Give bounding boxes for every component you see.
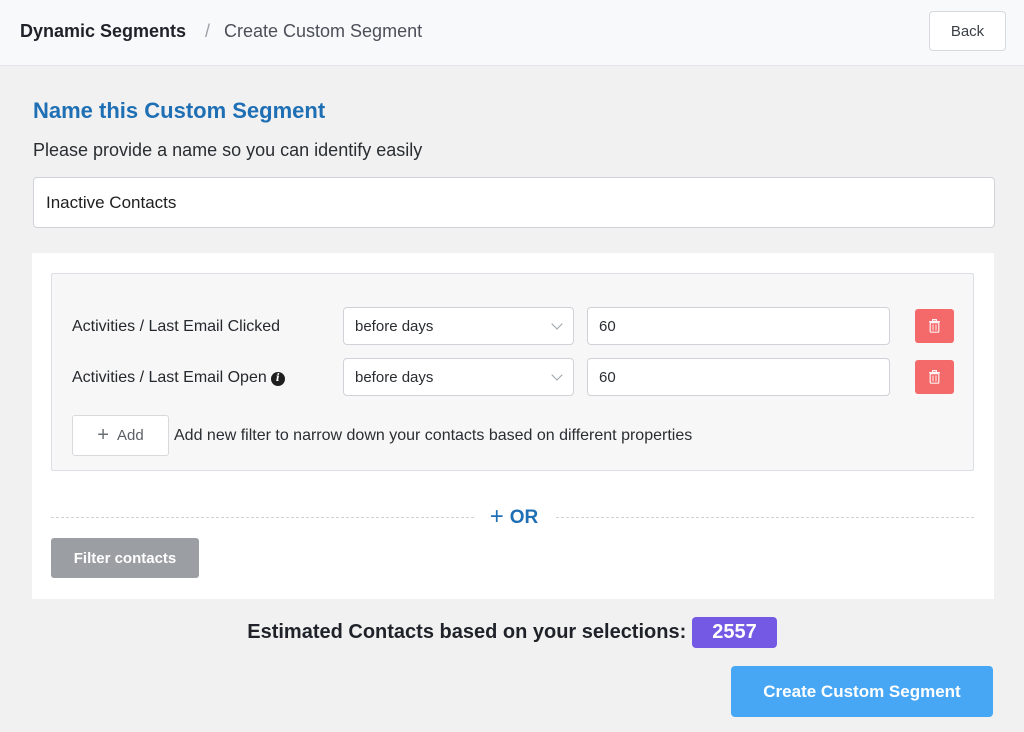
add-filter-hint: Add new filter to narrow down your conta… [174,427,693,444]
operator-select[interactable]: before days [343,358,574,396]
breadcrumb-separator: / [205,21,211,41]
filter-value-input[interactable]: 60 [587,358,890,396]
info-icon[interactable]: i [270,371,285,386]
estimate-text: Estimated Contacts based on your selecti… [247,621,687,643]
segment-name-input[interactable] [33,177,995,228]
or-label: OR [509,507,539,528]
chevron-down-icon [552,321,562,331]
add-filter-button[interactable]: + Add [72,415,169,456]
filter-label-text: Activities / Last Email Open [72,369,267,386]
back-button[interactable]: Back [929,11,1006,51]
operator-value: before days [355,317,434,335]
delete-filter-button[interactable] [915,360,954,394]
create-custom-segment-button[interactable]: Create Custom Segment [731,666,993,717]
add-label: Add [116,427,144,444]
filter-panel: Activities / Last Email Clicked before d… [32,253,994,599]
plus-icon: + [97,423,109,446]
chevron-down-icon [552,372,562,382]
operator-select[interactable]: before days [343,307,574,345]
add-or-group-button[interactable]: + OR [474,502,554,531]
breadcrumb-current: Create Custom Segment [224,21,423,41]
filter-group: Activities / Last Email Clicked before d… [51,273,974,471]
operator-value: before days [355,368,434,386]
section-title: Name this Custom Segment [33,98,326,123]
filter-contacts-button[interactable]: Filter contacts [51,538,199,578]
filter-value-input[interactable]: 60 [587,307,890,345]
filter-value: 60 [599,317,616,335]
trash-icon [929,319,940,333]
breadcrumb-root[interactable]: Dynamic Segments [20,21,186,42]
trash-icon [929,370,940,384]
estimate-count-badge: 2557 [692,617,777,648]
filter-value: 60 [599,368,616,386]
top-bar: Dynamic Segments / Create Custom Segment… [0,0,1024,66]
filter-label: Activities / Last Email Clicked [72,318,281,335]
delete-filter-button[interactable] [915,309,954,343]
estimate-summary: Estimated Contacts based on your selecti… [0,617,1024,648]
filter-label: Activities / Last Email Open i [72,369,285,387]
section-description: Please provide a name so you can identif… [33,140,423,160]
plus-icon: + [489,502,504,530]
